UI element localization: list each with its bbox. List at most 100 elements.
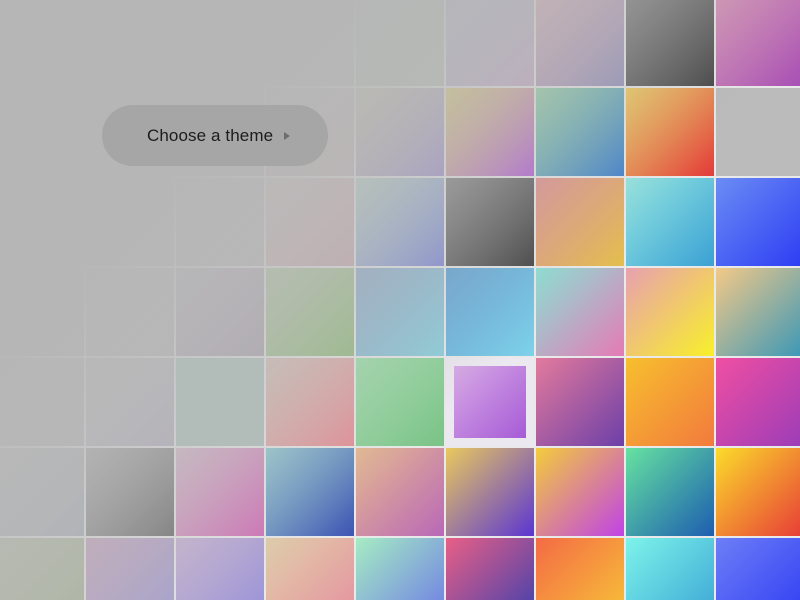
- theme-tile[interactable]: [536, 268, 624, 356]
- theme-tile[interactable]: [446, 88, 534, 176]
- theme-swatch: [266, 358, 354, 446]
- theme-tile[interactable]: [446, 268, 534, 356]
- theme-tile[interactable]: [626, 268, 714, 356]
- theme-swatch: [716, 178, 800, 266]
- theme-tile[interactable]: [716, 88, 800, 176]
- theme-picker-screen: Choose a theme: [0, 0, 800, 600]
- theme-tile[interactable]: [176, 178, 264, 266]
- theme-tile[interactable]: [356, 448, 444, 536]
- theme-tile[interactable]: [356, 178, 444, 266]
- theme-swatch: [176, 268, 264, 356]
- theme-tile[interactable]: [536, 88, 624, 176]
- theme-swatch: [266, 178, 354, 266]
- theme-tile[interactable]: [0, 538, 84, 600]
- theme-tile[interactable]: [86, 538, 174, 600]
- theme-tile-selected[interactable]: [446, 358, 534, 446]
- theme-tile[interactable]: [356, 88, 444, 176]
- theme-tile[interactable]: [446, 178, 534, 266]
- theme-tile[interactable]: [0, 178, 84, 266]
- theme-swatch: [176, 178, 264, 266]
- theme-tile[interactable]: [86, 0, 174, 86]
- theme-tile[interactable]: [716, 0, 800, 86]
- theme-tile[interactable]: [626, 538, 714, 600]
- theme-swatch: [0, 0, 84, 86]
- theme-tile[interactable]: [446, 538, 534, 600]
- theme-tile[interactable]: [0, 268, 84, 356]
- theme-swatch: [0, 88, 84, 176]
- theme-tile[interactable]: [716, 178, 800, 266]
- theme-swatch: [266, 0, 354, 86]
- theme-tile[interactable]: [176, 538, 264, 600]
- theme-tile[interactable]: [86, 178, 174, 266]
- theme-tile[interactable]: [176, 448, 264, 536]
- theme-swatch: [446, 268, 534, 356]
- theme-swatch: [86, 538, 174, 600]
- choose-theme-label: Choose a theme: [147, 125, 274, 145]
- theme-swatch: [0, 448, 84, 536]
- theme-swatch: [356, 538, 444, 600]
- theme-swatch: [86, 268, 174, 356]
- theme-swatch: [176, 448, 264, 536]
- theme-swatch: [446, 538, 534, 600]
- theme-tile[interactable]: [356, 358, 444, 446]
- theme-tile[interactable]: [86, 268, 174, 356]
- theme-tile[interactable]: [266, 448, 354, 536]
- theme-tile[interactable]: [446, 0, 534, 86]
- theme-tile[interactable]: [716, 448, 800, 536]
- theme-swatch: [356, 448, 444, 536]
- theme-tile[interactable]: [266, 0, 354, 86]
- theme-swatch: [626, 448, 714, 536]
- theme-tile[interactable]: [266, 268, 354, 356]
- theme-tile[interactable]: [536, 0, 624, 86]
- theme-tile[interactable]: [176, 0, 264, 86]
- theme-tile[interactable]: [356, 538, 444, 600]
- theme-tile[interactable]: [716, 538, 800, 600]
- theme-tile[interactable]: [86, 358, 174, 446]
- theme-swatch: [176, 538, 264, 600]
- theme-tile[interactable]: [266, 178, 354, 266]
- theme-swatch: [266, 448, 354, 536]
- theme-swatch: [536, 358, 624, 446]
- theme-swatch: [446, 178, 534, 266]
- theme-swatch: [626, 538, 714, 600]
- theme-tile[interactable]: [0, 88, 84, 176]
- theme-swatch: [626, 0, 714, 86]
- theme-swatch: [626, 178, 714, 266]
- theme-swatch: [716, 448, 800, 536]
- theme-tile[interactable]: [86, 448, 174, 536]
- theme-tile[interactable]: [176, 358, 264, 446]
- theme-tile[interactable]: [536, 358, 624, 446]
- theme-swatch: [0, 538, 84, 600]
- theme-tile[interactable]: [626, 358, 714, 446]
- theme-tile[interactable]: [716, 358, 800, 446]
- theme-tile[interactable]: [266, 538, 354, 600]
- theme-swatch: [86, 448, 174, 536]
- theme-tile[interactable]: [626, 0, 714, 86]
- choose-theme-button[interactable]: Choose a theme: [102, 105, 328, 166]
- theme-swatch: [86, 0, 174, 86]
- theme-swatch: [356, 88, 444, 176]
- theme-tile[interactable]: [0, 358, 84, 446]
- theme-tile[interactable]: [356, 268, 444, 356]
- theme-tile[interactable]: [536, 538, 624, 600]
- theme-tile[interactable]: [536, 448, 624, 536]
- theme-tile[interactable]: [626, 448, 714, 536]
- theme-tile[interactable]: [536, 178, 624, 266]
- theme-swatch: [626, 358, 714, 446]
- theme-tile[interactable]: [626, 178, 714, 266]
- theme-tile[interactable]: [176, 268, 264, 356]
- theme-swatch: [716, 88, 800, 176]
- theme-tile[interactable]: [0, 448, 84, 536]
- theme-tile[interactable]: [0, 0, 84, 86]
- theme-tile[interactable]: [356, 0, 444, 86]
- theme-tile[interactable]: [626, 88, 714, 176]
- theme-swatch: [716, 358, 800, 446]
- theme-swatch: [536, 178, 624, 266]
- theme-swatch: [626, 268, 714, 356]
- theme-swatch: [626, 88, 714, 176]
- theme-swatch: [266, 538, 354, 600]
- theme-tile[interactable]: [266, 358, 354, 446]
- theme-tile[interactable]: [716, 268, 800, 356]
- theme-tile[interactable]: [446, 448, 534, 536]
- theme-swatch: [716, 0, 800, 86]
